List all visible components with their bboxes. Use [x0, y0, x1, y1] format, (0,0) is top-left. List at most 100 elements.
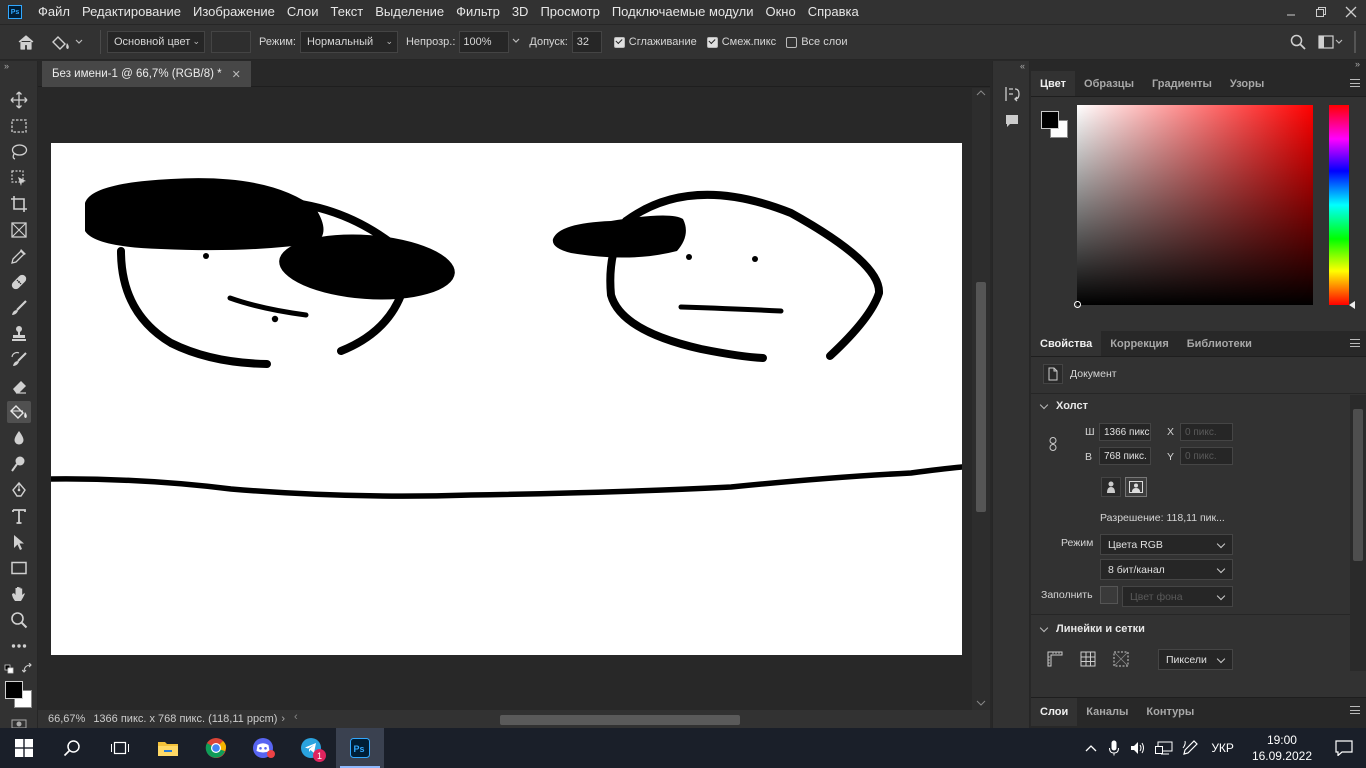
language-indicator[interactable]: УКР: [1203, 741, 1242, 755]
expand-toolbar-icon[interactable]: »: [4, 61, 9, 71]
menu-image[interactable]: Изображение: [187, 0, 281, 24]
canvas-section-header[interactable]: Холст: [1039, 400, 1088, 412]
rulers-section-header[interactable]: Линейки и сетки: [1039, 623, 1145, 635]
dodge-tool[interactable]: [7, 453, 31, 475]
volume-button[interactable]: [1125, 741, 1151, 755]
horizontal-scroll-thumb[interactable]: [500, 715, 740, 725]
show-hidden-icons-button[interactable]: [1079, 744, 1103, 752]
portrait-orientation-button[interactable]: [1101, 477, 1121, 497]
color-mode-select[interactable]: Цвета RGB: [1100, 534, 1233, 555]
clock[interactable]: 19:00 16.09.2022: [1242, 732, 1322, 764]
workspace-button[interactable]: [1318, 35, 1344, 49]
width-input[interactable]: 1366 пикс: [1099, 423, 1151, 441]
panel-foreground-swatch[interactable]: [1041, 111, 1059, 129]
pen-menu-button[interactable]: [1177, 740, 1203, 756]
healing-brush-tool[interactable]: [7, 271, 31, 293]
guides-toggle-button[interactable]: [1113, 651, 1129, 670]
type-tool[interactable]: [7, 505, 31, 527]
start-button[interactable]: [0, 728, 48, 768]
color-picker-cursor[interactable]: [1074, 301, 1081, 308]
menu-plugins[interactable]: Подключаемые модули: [606, 0, 760, 24]
restore-button[interactable]: [1306, 0, 1336, 24]
units-select[interactable]: Пиксели: [1158, 649, 1233, 670]
microphone-button[interactable]: [1103, 740, 1125, 756]
properties-scroll-thumb[interactable]: [1353, 409, 1363, 561]
panel-menu-icon[interactable]: [1350, 339, 1360, 347]
fill-color-swatch[interactable]: [1100, 586, 1118, 604]
fill-select[interactable]: Цвет фона: [1122, 586, 1233, 607]
history-panel-button[interactable]: [1004, 85, 1020, 106]
menu-help[interactable]: Справка: [802, 0, 865, 24]
photoshop-taskbar-button[interactable]: Ps: [336, 728, 384, 768]
menu-file[interactable]: Файл: [32, 0, 76, 24]
marquee-tool[interactable]: [7, 115, 31, 137]
tab-libraries[interactable]: Библиотеки: [1178, 331, 1261, 356]
landscape-orientation-button[interactable]: [1125, 477, 1147, 497]
tab-adjustments[interactable]: Коррекция: [1101, 331, 1177, 356]
scroll-down-icon[interactable]: [972, 698, 990, 708]
close-tab-icon[interactable]: ✕: [232, 68, 241, 81]
tab-color[interactable]: Цвет: [1031, 71, 1076, 96]
search-taskbar-button[interactable]: [48, 728, 96, 768]
eyedropper-tool[interactable]: [7, 245, 31, 267]
menu-view[interactable]: Просмотр: [534, 0, 605, 24]
grid-toggle-button[interactable]: [1080, 651, 1096, 670]
tool-preset-picker[interactable]: [52, 32, 94, 52]
document-tab[interactable]: Без имени-1 @ 66,7% (RGB/8) * ✕: [42, 61, 251, 87]
scroll-up-icon[interactable]: [972, 88, 990, 98]
network-button[interactable]: [1151, 741, 1177, 755]
tab-properties[interactable]: Свойства: [1031, 331, 1102, 356]
pattern-picker[interactable]: [211, 31, 251, 53]
tab-swatches[interactable]: Образцы: [1075, 71, 1143, 96]
bit-depth-select[interactable]: 8 бит/канал: [1100, 559, 1233, 580]
discord-button[interactable]: [240, 728, 288, 768]
height-input[interactable]: 768 пикс.: [1099, 447, 1151, 465]
opacity-input[interactable]: 100%: [459, 31, 510, 53]
home-button[interactable]: [0, 24, 52, 60]
zoom-level[interactable]: 66,67%: [48, 713, 85, 725]
brush-tool[interactable]: [7, 297, 31, 319]
tab-paths[interactable]: Контуры: [1137, 698, 1203, 726]
collapse-panel-icon[interactable]: »: [1355, 59, 1360, 69]
tab-patterns[interactable]: Узоры: [1221, 71, 1273, 96]
vertical-scrollbar[interactable]: [972, 88, 990, 710]
panel-menu-icon[interactable]: [1350, 706, 1360, 714]
rulers-toggle-button[interactable]: [1047, 651, 1063, 670]
notifications-button[interactable]: [1322, 740, 1366, 756]
hue-slider-handle[interactable]: [1349, 301, 1355, 309]
antialias-checkbox[interactable]: [613, 36, 625, 48]
fill-source-select[interactable]: Основной цвет ⌄: [107, 31, 205, 53]
x-input[interactable]: 0 пикс.: [1180, 423, 1233, 441]
more-tools[interactable]: [7, 635, 31, 657]
eraser-tool[interactable]: [7, 375, 31, 397]
properties-scrollbar[interactable]: [1350, 395, 1366, 671]
chrome-button[interactable]: [192, 728, 240, 768]
comments-panel-button[interactable]: [1004, 113, 1020, 132]
file-explorer-button[interactable]: [144, 728, 192, 768]
contiguous-checkbox[interactable]: [706, 36, 718, 48]
foreground-color-swatch[interactable]: [5, 681, 23, 699]
scroll-left-icon[interactable]: ‹: [294, 711, 298, 723]
opacity-dropdown-button[interactable]: [511, 36, 521, 48]
task-view-button[interactable]: [96, 728, 144, 768]
panel-menu-icon[interactable]: [1350, 79, 1360, 87]
hand-tool[interactable]: [7, 583, 31, 605]
telegram-button[interactable]: 1: [288, 728, 336, 768]
history-brush-tool[interactable]: [7, 349, 31, 371]
object-select-tool[interactable]: [7, 167, 31, 189]
blur-tool[interactable]: [7, 427, 31, 449]
horizontal-scrollbar[interactable]: ‹ ›: [294, 711, 1012, 725]
lasso-tool[interactable]: [7, 141, 31, 163]
y-input[interactable]: 0 пикс.: [1180, 447, 1233, 465]
crop-tool[interactable]: [7, 193, 31, 215]
collapse-dock-icon[interactable]: «: [1020, 61, 1025, 71]
menu-filter[interactable]: Фильтр: [450, 0, 506, 24]
menu-select[interactable]: Выделение: [369, 0, 450, 24]
menu-3d[interactable]: 3D: [506, 0, 535, 24]
search-button[interactable]: [1290, 34, 1306, 53]
chevron-right-icon[interactable]: ›: [281, 713, 285, 725]
share-button[interactable]: [1350, 29, 1360, 58]
swap-colors-button[interactable]: [21, 662, 33, 677]
blend-mode-select[interactable]: Нормальный ⌄: [299, 31, 398, 53]
move-tool[interactable]: [7, 89, 31, 111]
